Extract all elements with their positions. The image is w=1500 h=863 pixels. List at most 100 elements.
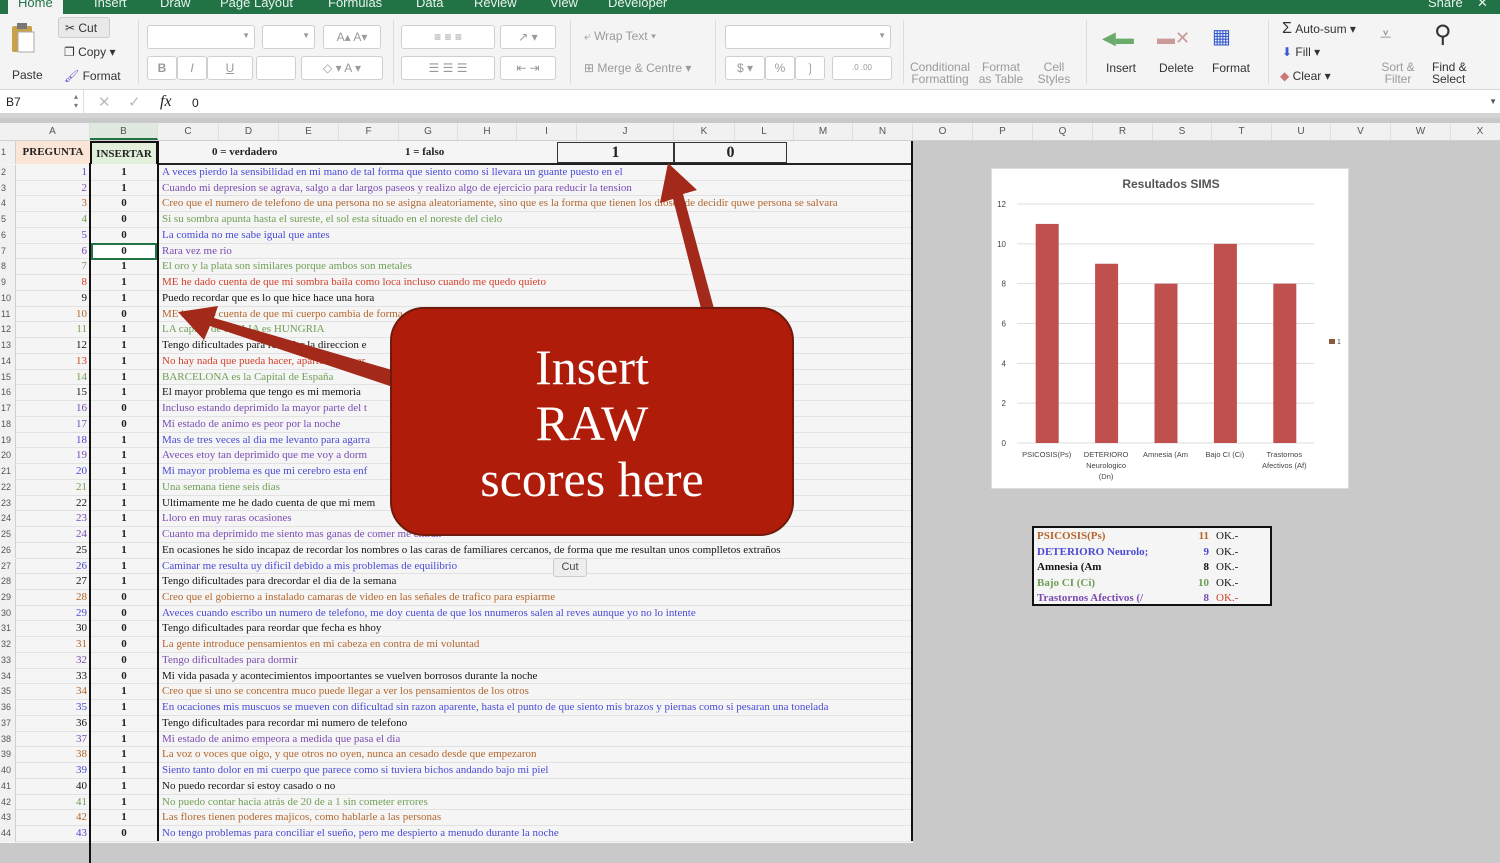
- pregunta-number[interactable]: 1: [16, 165, 90, 180]
- decimal-buttons[interactable]: .0 .00: [832, 56, 892, 80]
- merge-centre-button[interactable]: ⊞ Merge & Centre ▾: [584, 61, 691, 75]
- insertar-score-input[interactable]: 1: [92, 810, 156, 825]
- pregunta-number[interactable]: 41: [16, 795, 90, 810]
- column-header-I[interactable]: I: [517, 123, 577, 140]
- insertar-score-input[interactable]: 1: [92, 291, 156, 306]
- row-header[interactable]: 6: [0, 227, 16, 244]
- row-header[interactable]: 4: [0, 196, 16, 213]
- tab-review[interactable]: Review: [474, 0, 517, 10]
- row-header[interactable]: 34: [0, 668, 16, 685]
- question-text[interactable]: Una semana tiene seis dias: [162, 480, 280, 495]
- pregunta-number[interactable]: 15: [16, 385, 90, 400]
- cancel-icon[interactable]: ✕: [98, 93, 111, 111]
- row-header[interactable]: 12: [0, 322, 16, 339]
- question-text[interactable]: Creo que si uno se concentra muco puede …: [162, 684, 529, 699]
- row-header[interactable]: 37: [0, 715, 16, 732]
- tab-insert[interactable]: Insert: [94, 0, 127, 10]
- bar[interactable]: [1213, 243, 1237, 443]
- pregunta-number[interactable]: 23: [16, 511, 90, 526]
- insertar-score-input[interactable]: 1: [92, 747, 156, 762]
- pregunta-number[interactable]: 4: [16, 212, 90, 227]
- question-text[interactable]: Cuanto ma deprimido me siento mas ganas …: [162, 527, 441, 542]
- insertar-score-input[interactable]: 1: [92, 322, 156, 337]
- bar[interactable]: [1273, 283, 1297, 443]
- insertar-score-input[interactable]: 0: [92, 417, 156, 432]
- insertar-score-input[interactable]: 0: [92, 401, 156, 416]
- insertar-score-input[interactable]: 1: [92, 559, 156, 574]
- bar[interactable]: [1154, 283, 1178, 443]
- column-header-O[interactable]: O: [913, 123, 973, 140]
- share-button[interactable]: Share: [1428, 0, 1463, 10]
- question-text[interactable]: Siento tanto dolor en mi cuerpo que pare…: [162, 763, 548, 778]
- insertar-score-input[interactable]: 1: [92, 700, 156, 715]
- question-text[interactable]: Lloro en muy raras ocasiones: [162, 511, 292, 526]
- question-text[interactable]: Tengo dificultades para reordar que fech…: [162, 621, 381, 636]
- pregunta-number[interactable]: 27: [16, 574, 90, 589]
- pregunta-number[interactable]: 28: [16, 590, 90, 605]
- pregunta-number[interactable]: 16: [16, 401, 90, 416]
- question-text[interactable]: La gente introduce pensamientos en mi ca…: [162, 637, 479, 652]
- insertar-score-input[interactable]: 1: [92, 433, 156, 448]
- underline-button[interactable]: U: [207, 56, 253, 80]
- function-icon[interactable]: fx: [160, 93, 172, 111]
- insertar-score-input[interactable]: 1: [92, 448, 156, 463]
- formula-input[interactable]: 0: [192, 96, 199, 110]
- tab-formulas[interactable]: Formulas: [328, 0, 382, 10]
- question-text[interactable]: Mi estado de animo empeora a medida que …: [162, 732, 400, 747]
- insertar-score-input[interactable]: 0: [92, 228, 156, 243]
- pregunta-number[interactable]: 20: [16, 464, 90, 479]
- column-header-D[interactable]: D: [219, 123, 279, 140]
- currency-button[interactable]: $ ▾: [725, 56, 765, 80]
- pregunta-number[interactable]: 13: [16, 354, 90, 369]
- pregunta-number[interactable]: 5: [16, 228, 90, 243]
- pregunta-number[interactable]: 22: [16, 496, 90, 511]
- row-header[interactable]: 5: [0, 212, 16, 228]
- pregunta-number[interactable]: 9: [16, 291, 90, 306]
- question-text[interactable]: No hay nada que pueda hacer, aparte de t…: [162, 354, 365, 369]
- column-header-R[interactable]: R: [1093, 123, 1153, 140]
- percent-button[interactable]: %: [765, 56, 795, 80]
- borders-button[interactable]: [256, 56, 296, 80]
- column-header-W[interactable]: W: [1391, 123, 1451, 140]
- pregunta-number[interactable]: 3: [16, 196, 90, 211]
- pregunta-number[interactable]: 10: [16, 307, 90, 322]
- pregunta-number[interactable]: 43: [16, 826, 90, 841]
- question-text[interactable]: Mi vida pasada y acontecimientos impoort…: [162, 669, 537, 684]
- pregunta-number[interactable]: 30: [16, 621, 90, 636]
- row-header[interactable]: 18: [0, 416, 16, 433]
- comma-button[interactable]: ❳: [795, 56, 825, 80]
- pregunta-number[interactable]: 2: [16, 181, 90, 196]
- fill-color-button[interactable]: ◇ ▾ A ▾: [301, 56, 383, 80]
- insertar-score-input[interactable]: 1: [92, 511, 156, 526]
- insertar-score-input[interactable]: 1: [92, 259, 156, 274]
- column-header-F[interactable]: F: [339, 123, 399, 140]
- column-header-J[interactable]: J: [577, 123, 674, 140]
- row-header[interactable]: 32: [0, 637, 16, 653]
- question-text[interactable]: Tengo dificultades para recordar la dire…: [162, 338, 366, 353]
- question-text[interactable]: Tengo dificultades para dormir: [162, 653, 298, 668]
- pregunta-number[interactable]: 33: [16, 669, 90, 684]
- row-header[interactable]: 28: [0, 574, 16, 590]
- question-text[interactable]: Creo que el numero de telefono de una pe…: [162, 196, 838, 211]
- tab-view[interactable]: View: [550, 0, 578, 10]
- delete-cells-button[interactable]: Delete: [1159, 61, 1194, 75]
- pregunta-number[interactable]: 39: [16, 763, 90, 778]
- row-header[interactable]: 27: [0, 558, 16, 575]
- question-text[interactable]: Ultimamente me he dado cuenta de que mi …: [162, 496, 375, 511]
- insertar-score-input[interactable]: 1: [92, 496, 156, 511]
- pregunta-number[interactable]: 11: [16, 322, 90, 337]
- insertar-score-input[interactable]: 1: [92, 165, 156, 180]
- italic-button[interactable]: I: [177, 56, 207, 80]
- insertar-score-input[interactable]: 0: [92, 669, 156, 684]
- insertar-score-input[interactable]: 0: [92, 196, 156, 211]
- row-header[interactable]: 33: [0, 652, 16, 669]
- question-text[interactable]: No tengo problemas para conciliar el sue…: [162, 826, 559, 841]
- question-text[interactable]: No puedo recordar si estoy casado o no: [162, 779, 335, 794]
- close-ribbon-icon[interactable]: ✕: [1477, 0, 1488, 11]
- cell-K1[interactable]: 0: [674, 142, 787, 163]
- clear-button[interactable]: ◆ Clear ▾: [1280, 69, 1331, 83]
- pregunta-number[interactable]: 14: [16, 370, 90, 385]
- row-header[interactable]: 22: [0, 479, 16, 496]
- insertar-score-input[interactable]: 0: [92, 307, 156, 322]
- question-text[interactable]: Tengo dificultades para drecordar el dia…: [162, 574, 396, 589]
